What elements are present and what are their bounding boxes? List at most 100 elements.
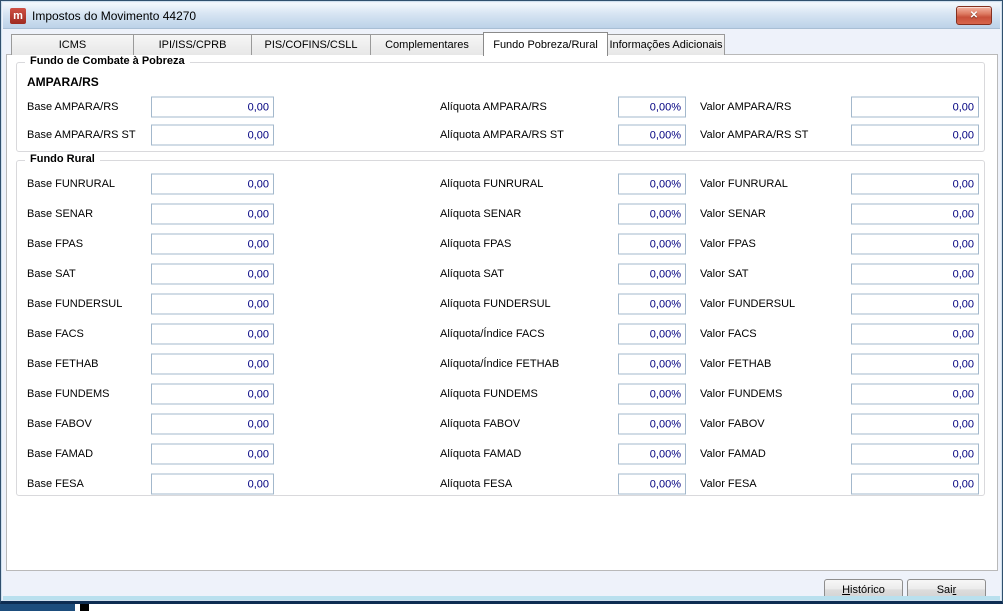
valor-input[interactable] xyxy=(851,443,979,465)
tax-row: Base FAMAD Alíquota FAMAD Valor FAMAD xyxy=(17,439,984,469)
close-button[interactable]: ✕ xyxy=(956,6,992,25)
tax-row: Base FESA Alíquota FESA Valor FESA xyxy=(17,469,984,499)
valor-input[interactable] xyxy=(851,96,979,118)
base-input[interactable] xyxy=(151,96,274,118)
base-input[interactable] xyxy=(151,413,274,435)
tax-row: Base FUNDEMS Alíquota FUNDEMS Valor FUND… xyxy=(17,379,984,409)
tab-informa-es-adicionais[interactable]: Informações Adicionais xyxy=(607,34,725,55)
aliquota-input[interactable] xyxy=(618,173,686,195)
tax-row: Base SAT Alíquota SAT Valor SAT xyxy=(17,259,984,289)
valor-input[interactable] xyxy=(851,233,979,255)
poverty-rows: Base AMPARA/RS Alíquota AMPARA/RS Valor … xyxy=(17,93,984,149)
base-label: Base FUNDEMS xyxy=(27,388,110,400)
aliquota-label: Alíquota FUNDERSUL xyxy=(440,298,551,310)
valor-input[interactable] xyxy=(851,124,979,146)
base-label: Base FUNDERSUL xyxy=(27,298,123,310)
aliquota-label: Alíquota/Índice FACS xyxy=(440,328,545,340)
group-fundo-combate-pobreza: Fundo de Combate à Pobreza AMPARA/RS Bas… xyxy=(16,55,985,152)
historico-label-post: istórico xyxy=(850,583,885,596)
base-label: Base AMPARA/RS ST xyxy=(27,129,136,141)
valor-input[interactable] xyxy=(851,353,979,375)
title-bar: m Impostos do Movimento 44270 ✕ xyxy=(3,3,1000,29)
aliquota-input[interactable] xyxy=(618,203,686,225)
base-input[interactable] xyxy=(151,443,274,465)
aliquota-label: Alíquota FUNRURAL xyxy=(440,178,544,190)
sair-label-pre: Sai xyxy=(936,583,953,596)
aliquota-input[interactable] xyxy=(618,473,686,495)
rural-rows: Base FUNRURAL Alíquota FUNRURAL Valor FU… xyxy=(17,169,984,499)
sair-label-key: r xyxy=(952,583,957,596)
tab-label: ICMS xyxy=(58,39,87,51)
background-window-fragment xyxy=(0,604,75,611)
base-label: Base SAT xyxy=(27,268,76,280)
tab-pis-cofins-csll[interactable]: PIS/COFINS/CSLL xyxy=(251,34,371,55)
base-input[interactable] xyxy=(151,473,274,495)
base-input[interactable] xyxy=(151,383,274,405)
base-input[interactable] xyxy=(151,323,274,345)
valor-input[interactable] xyxy=(851,293,979,315)
group-title: Fundo de Combate à Pobreza xyxy=(25,55,190,67)
valor-input[interactable] xyxy=(851,173,979,195)
base-label: Base FPAS xyxy=(27,238,84,250)
aliquota-input[interactable] xyxy=(618,233,686,255)
aliquota-input[interactable] xyxy=(618,353,686,375)
valor-label: Valor FAMAD xyxy=(700,448,766,460)
base-label: Base FABOV xyxy=(27,418,92,430)
base-input[interactable] xyxy=(151,173,274,195)
valor-input[interactable] xyxy=(851,203,979,225)
aliquota-input[interactable] xyxy=(618,383,686,405)
base-label: Base FETHAB xyxy=(27,358,99,370)
valor-input[interactable] xyxy=(851,263,979,285)
aliquota-input[interactable] xyxy=(618,323,686,345)
tab-label: IPI/ISS/CPRB xyxy=(158,39,227,51)
aliquota-label: Alíquota AMPARA/RS ST xyxy=(440,129,564,141)
aliquota-label: Alíquota FABOV xyxy=(440,418,521,430)
tab-fundo-pobreza-rural[interactable]: Fundo Pobreza/Rural xyxy=(483,32,608,56)
tab-icms[interactable]: ICMS xyxy=(11,34,134,55)
base-input[interactable] xyxy=(151,203,274,225)
valor-label: Valor FPAS xyxy=(700,238,756,250)
aliquota-label: Alíquota FESA xyxy=(440,478,513,490)
valor-input[interactable] xyxy=(851,473,979,495)
base-input[interactable] xyxy=(151,124,274,146)
aliquota-input[interactable] xyxy=(618,413,686,435)
close-icon: ✕ xyxy=(969,10,979,21)
valor-label: Valor FABOV xyxy=(700,418,765,430)
background-cursor-fragment xyxy=(80,604,89,611)
base-input[interactable] xyxy=(151,263,274,285)
valor-label: Valor FETHAB xyxy=(700,358,772,370)
base-input[interactable] xyxy=(151,353,274,375)
aliquota-input[interactable] xyxy=(618,263,686,285)
window-bottom-glow xyxy=(3,596,1000,600)
valor-input[interactable] xyxy=(851,413,979,435)
valor-input[interactable] xyxy=(851,323,979,345)
aliquota-label: Alíquota SAT xyxy=(440,268,504,280)
tax-row: Base FETHAB Alíquota/Índice FETHAB Valor… xyxy=(17,349,984,379)
aliquota-label: Alíquota AMPARA/RS xyxy=(440,101,547,113)
valor-label: Valor FUNDEMS xyxy=(700,388,783,400)
aliquota-label: Alíquota SENAR xyxy=(440,208,522,220)
base-label: Base FUNRURAL xyxy=(27,178,116,190)
tax-row: Base SENAR Alíquota SENAR Valor SENAR xyxy=(17,199,984,229)
valor-label: Valor FACS xyxy=(700,328,757,340)
tab-label: Complementares xyxy=(385,39,469,51)
aliquota-label: Alíquota/Índice FETHAB xyxy=(440,358,560,370)
aliquota-label: Alíquota FUNDEMS xyxy=(440,388,538,400)
tab-complementares[interactable]: Complementares xyxy=(370,34,484,55)
aliquota-input[interactable] xyxy=(618,443,686,465)
tax-row: Base FUNDERSUL Alíquota FUNDERSUL Valor … xyxy=(17,289,984,319)
aliquota-input[interactable] xyxy=(618,96,686,118)
aliquota-input[interactable] xyxy=(618,124,686,146)
valor-label: Valor SAT xyxy=(700,268,749,280)
dialog-window: m Impostos do Movimento 44270 ✕ ICMS IPI… xyxy=(0,0,1003,604)
aliquota-input[interactable] xyxy=(618,293,686,315)
tab-ipi-iss-cprb[interactable]: IPI/ISS/CPRB xyxy=(133,34,252,55)
valor-label: Valor FESA xyxy=(700,478,757,490)
base-input[interactable] xyxy=(151,233,274,255)
valor-input[interactable] xyxy=(851,383,979,405)
base-label: Base FACS xyxy=(27,328,84,340)
base-input[interactable] xyxy=(151,293,274,315)
valor-label: Valor SENAR xyxy=(700,208,766,220)
tab-content-panel: Fundo de Combate à Pobreza AMPARA/RS Bas… xyxy=(6,54,998,571)
aliquota-label: Alíquota FAMAD xyxy=(440,448,522,460)
